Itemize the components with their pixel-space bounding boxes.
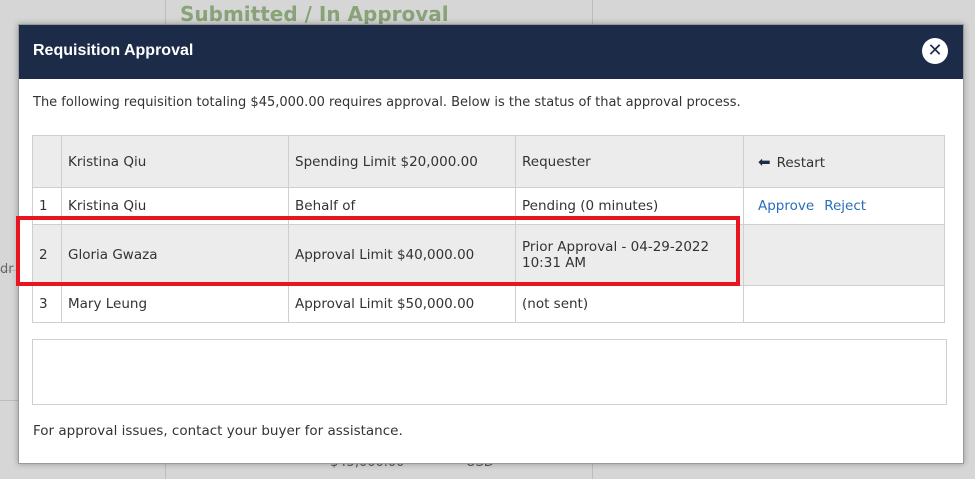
close-icon[interactable]: ✕ bbox=[922, 38, 948, 64]
row-actions bbox=[743, 285, 945, 323]
row-number bbox=[32, 135, 62, 188]
dialog-header: Requisition Approval ✕ bbox=[19, 25, 963, 79]
reject-link[interactable]: Reject bbox=[824, 198, 866, 214]
intro-text: The following requisition totaling $45,0… bbox=[33, 95, 741, 110]
row-number: 3 bbox=[32, 285, 62, 323]
approver-name: Mary Leung bbox=[61, 285, 289, 323]
comments-box[interactable] bbox=[32, 339, 947, 405]
approval-status: Requester bbox=[515, 135, 744, 188]
background-heading: Submitted / In Approval bbox=[180, 2, 449, 26]
approve-link[interactable]: Approve bbox=[758, 198, 814, 214]
row-actions: Approve Reject bbox=[743, 187, 945, 225]
table-row: 3 Mary Leung Approval Limit $50,000.00 (… bbox=[32, 285, 945, 323]
background-divider bbox=[0, 400, 20, 401]
approval-status: (not sent) bbox=[515, 285, 744, 323]
background-side-text: dr bbox=[0, 262, 14, 277]
table-row: Kristina Qiu Spending Limit $20,000.00 R… bbox=[32, 135, 945, 188]
approver-limit: Spending Limit $20,000.00 bbox=[288, 135, 516, 188]
dialog-title: Requisition Approval bbox=[33, 42, 194, 59]
footer-note: For approval issues, contact your buyer … bbox=[33, 423, 403, 439]
approver-limit: Approval Limit $50,000.00 bbox=[288, 285, 516, 323]
row-actions bbox=[743, 224, 945, 286]
restart-label: Restart bbox=[776, 154, 826, 171]
approver-name: Kristina Qiu bbox=[61, 135, 289, 188]
highlight-box bbox=[16, 216, 740, 286]
arrow-left-icon: ⬅ bbox=[758, 152, 771, 171]
restart-button[interactable]: ⬅ Restart bbox=[743, 135, 945, 188]
